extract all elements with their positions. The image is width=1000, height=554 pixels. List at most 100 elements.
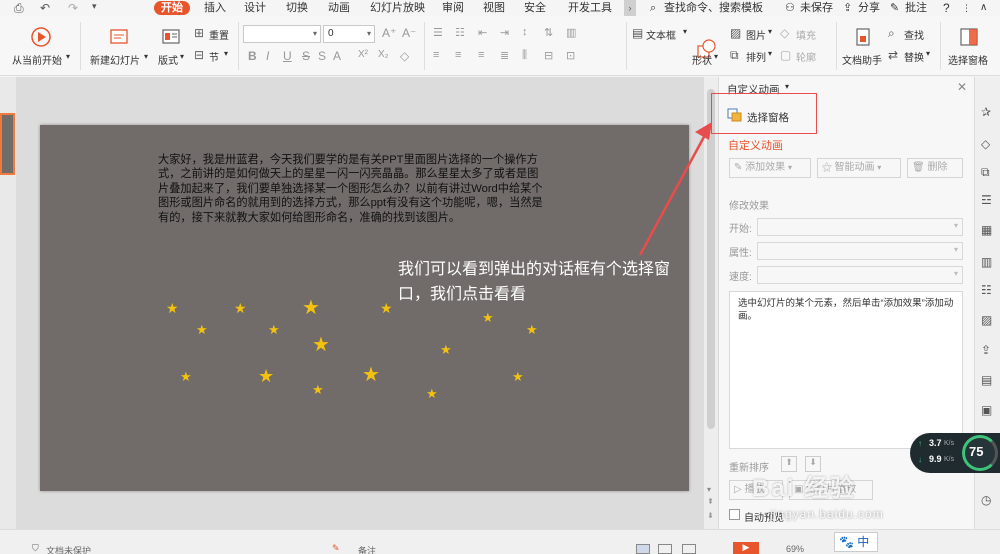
speed-select[interactable]: ▾ — [757, 266, 963, 284]
add-effect-button[interactable]: ✎ 添加效果 ▾ — [729, 158, 811, 178]
normal-view-icon[interactable] — [636, 544, 650, 554]
settings-sliders-icon[interactable]: ☷ — [981, 283, 995, 297]
shape-label[interactable]: 形状 — [692, 52, 712, 67]
italic-icon[interactable]: I — [266, 49, 269, 63]
doc-assistant-icon[interactable] — [852, 26, 874, 48]
tab-animation[interactable]: 动画 — [328, 1, 350, 15]
pane-header-chevron-icon[interactable]: ▾ — [785, 82, 789, 91]
prev-slide-icon[interactable]: ⇞ — [707, 497, 714, 506]
shrink-font-icon[interactable]: A⁻ — [402, 26, 416, 40]
section-button[interactable]: 节 — [209, 49, 219, 64]
numbered-list-icon[interactable]: ☷ — [455, 26, 465, 39]
start-select[interactable]: ▾ — [757, 218, 963, 236]
smart-art-icon[interactable]: ⊡ — [566, 49, 575, 62]
tab-home[interactable]: 开始 — [154, 1, 190, 15]
star-shape[interactable]: ★ — [258, 367, 274, 385]
slide-annotation-text[interactable]: 我们可以看到弹出的对话框有个选择窗口，我们点击看看 — [398, 257, 688, 307]
notes-button[interactable]: 备注 — [358, 544, 376, 554]
slide-thumbnail[interactable] — [0, 113, 15, 175]
tab-view[interactable]: 视图 — [483, 1, 505, 15]
star-shape[interactable]: ★ — [312, 383, 324, 396]
new-slide-chevron-icon[interactable]: ▾ — [144, 52, 148, 61]
align-left-icon[interactable]: ≡ — [433, 49, 439, 61]
star-shape[interactable]: ★ — [234, 301, 247, 315]
find-icon[interactable]: ⌕ — [888, 26, 895, 41]
more-menu-icon[interactable]: ⋮ — [962, 1, 971, 15]
replace-icon[interactable]: ⇄ — [888, 48, 898, 62]
tab-design[interactable]: 设计 — [244, 1, 266, 15]
star-shape[interactable]: ★ — [512, 370, 524, 383]
picture-pane-icon[interactable]: ▨ — [981, 313, 995, 327]
line-spacing-icon[interactable]: ↕ — [522, 26, 528, 38]
star-shape[interactable]: ★ — [426, 387, 438, 400]
star-shape[interactable]: ★ — [482, 311, 494, 324]
picture-button[interactable]: 图片 — [746, 27, 766, 42]
font-size-combo[interactable]: 0 ▾ — [323, 25, 375, 43]
section-chevron-icon[interactable]: ▾ — [224, 49, 228, 58]
new-slide-icon[interactable] — [108, 26, 130, 48]
smart-animation-button[interactable]: ⚝ 智能动画 ▾ — [817, 158, 901, 178]
star-shape[interactable]: ★ — [312, 335, 330, 355]
picture-chevron-icon[interactable]: ▾ — [768, 27, 772, 36]
select-pane-ribbon-icon[interactable] — [958, 26, 980, 48]
distribute-icon[interactable]: ⫼ — [522, 49, 527, 62]
reading-view-icon[interactable] — [682, 544, 696, 554]
textbox-chevron-icon[interactable]: ▾ — [683, 27, 687, 36]
layout-label[interactable]: 版式 — [158, 52, 178, 67]
grid-icon[interactable]: ▦ — [981, 223, 995, 237]
property-select[interactable]: ▾ — [757, 242, 963, 260]
grow-font-icon[interactable]: A⁺ — [382, 26, 396, 40]
bullet-list-icon[interactable]: ☰ — [433, 26, 443, 39]
help-button[interactable]: ? — [943, 1, 950, 15]
animation-star-icon[interactable]: ✰ — [981, 105, 995, 119]
star-shape[interactable]: ★ — [380, 301, 393, 315]
shape-style-icon[interactable]: ◇ — [981, 137, 995, 151]
ime-indicator[interactable]: 🐾 中 — [834, 532, 878, 552]
doc-assistant-label[interactable]: 文档助手 — [842, 52, 882, 67]
share-button[interactable]: 分享 — [858, 1, 880, 15]
tab-insert[interactable]: 插入 — [204, 1, 226, 15]
star-shape[interactable]: ★ — [166, 301, 179, 315]
tab-security[interactable]: 安全 — [524, 1, 546, 15]
justify-icon[interactable]: ≣ — [500, 49, 509, 62]
fill-button[interactable]: 填充 — [796, 27, 816, 42]
find-button[interactable]: 查找 — [904, 27, 924, 42]
arrange-icon[interactable]: ⧉ — [730, 48, 739, 63]
star-shape[interactable]: ★ — [196, 323, 208, 336]
font-name-combo[interactable]: ▾ — [243, 25, 321, 43]
scrollbar-thumb[interactable] — [707, 89, 715, 429]
layout-chevron-icon[interactable]: ▾ — [180, 52, 184, 61]
replace-chevron-icon[interactable]: ▾ — [926, 49, 930, 58]
subscript-icon[interactable]: X₂ — [378, 49, 389, 60]
copy-icon[interactable]: ⧉ — [981, 165, 995, 179]
align-text-icon[interactable]: ⊟ — [544, 49, 553, 62]
slide-text-paragraph[interactable]: 大家好，我是卅蓝君，今天我们要学的是有关PPT里面图片选择的一个操作方式，之前讲… — [158, 153, 548, 225]
reset-icon[interactable]: ⊞ — [194, 26, 204, 40]
font-color-icon[interactable]: A — [333, 49, 341, 63]
animation-list-box[interactable]: 选中幻灯片的某个元素，然后单击“添加效果”添加动画。 — [729, 291, 963, 449]
document-protect-status[interactable]: 文档未保护 — [46, 544, 91, 554]
picture-icon[interactable]: ▨ — [730, 26, 741, 40]
gallery-icon[interactable]: ▣ — [981, 403, 995, 417]
share-pane-icon[interactable]: ⇪ — [981, 343, 995, 357]
select-pane-ribbon-button[interactable]: 选择窗格 — [948, 52, 988, 67]
layout-icon[interactable] — [160, 26, 182, 48]
select-pane-icon[interactable] — [727, 107, 743, 123]
search-command-box[interactable]: 查找命令、搜索模板 — [664, 1, 763, 15]
star-shape[interactable]: ★ — [526, 323, 538, 336]
star-shape[interactable]: ★ — [440, 343, 452, 356]
clear-format-icon[interactable]: ◇ — [400, 49, 409, 63]
slide-sorter-icon[interactable] — [658, 544, 672, 554]
save-icon[interactable]: ⎙ — [14, 1, 24, 16]
section-icon[interactable]: ⊟ — [194, 48, 204, 62]
tab-transition[interactable]: 切换 — [286, 1, 308, 15]
superscript-icon[interactable]: X² — [358, 49, 368, 60]
replace-button[interactable]: 替换 — [904, 49, 924, 64]
outline-icon[interactable]: ▢ — [780, 48, 791, 62]
columns-icon[interactable]: ▥ — [566, 26, 576, 39]
decrease-indent-icon[interactable]: ⇤ — [478, 26, 487, 39]
star-shape[interactable]: ★ — [268, 323, 280, 336]
from-current-label[interactable]: 从当前开始 — [12, 52, 62, 67]
strikethrough-icon[interactable]: S — [302, 49, 310, 63]
align-center-icon[interactable]: ≡ — [455, 49, 461, 61]
